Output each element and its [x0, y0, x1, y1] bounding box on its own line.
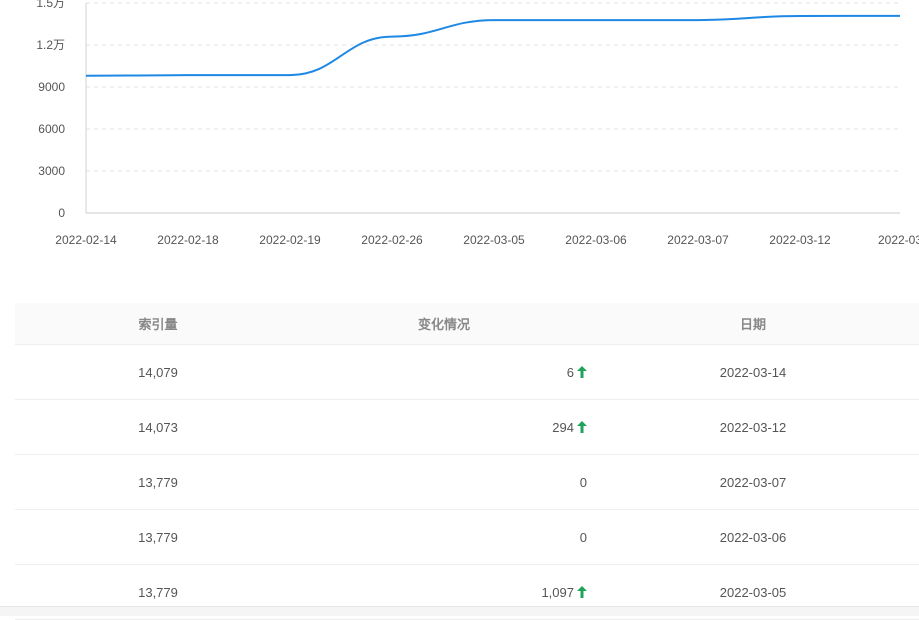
change-cell: 0: [301, 509, 587, 565]
index-value: 14,079: [15, 344, 301, 400]
change-value: 0: [579, 529, 587, 545]
change-value: 294: [552, 419, 574, 435]
series-line: [85, 14, 901, 77]
table-header-row: 索引量 变化情况 日期: [15, 303, 919, 345]
up-arrow-icon: [577, 420, 587, 433]
y-tick-label: 6000: [38, 122, 65, 136]
table-body: 14,079 6 2022-03-14 14,073 294 2022-03-12 13,7…: [15, 344, 919, 620]
table-row: 14,079 6 2022-03-14: [15, 344, 919, 400]
change-wrapper: 294: [387, 420, 587, 435]
date-value: 2022-03-12: [587, 399, 919, 455]
change-wrapper: 0: [387, 530, 587, 545]
change-wrapper: 6: [387, 365, 587, 380]
y-tick-label: 1.2万: [36, 38, 65, 52]
date-value: 2022-03-07: [587, 454, 919, 510]
change-wrapper: 0: [387, 475, 587, 490]
index-value: 13,779: [15, 454, 301, 510]
x-tick-label: 2022-03-12: [769, 233, 831, 247]
index-table-container: 索引量 变化情况 日期 14,079 6 2022-03-14 14,073 294 20…: [15, 303, 919, 620]
x-tick-label: 2022-03-07: [667, 233, 729, 247]
index-trend-chart: 0 3000 6000 9000 1.2万 1.5万 2022-02-14 2022-02-1…: [0, 0, 919, 260]
x-tick-label: 2022-02-18: [157, 233, 219, 247]
index-value: 14,073: [15, 399, 301, 455]
date-value: 2022-03-14: [587, 344, 919, 400]
change-value: 6: [566, 364, 574, 380]
up-arrow-icon: [577, 585, 587, 598]
header-change: 变化情况: [301, 303, 587, 345]
change-cell: 0: [301, 454, 587, 510]
y-tick-label: 0: [58, 206, 65, 220]
index-value: 13,779: [15, 509, 301, 565]
table-row: 13,779 0 2022-03-07: [15, 454, 919, 510]
x-tick-label: 2022-03-: [878, 233, 919, 247]
change-cell: 6: [301, 344, 587, 400]
change-value: 0: [579, 474, 587, 490]
x-tick-label: 2022-02-14: [55, 233, 117, 247]
date-value: 2022-03-06: [587, 509, 919, 565]
x-tick-label: 2022-03-05: [463, 233, 525, 247]
y-tick-label: 3000: [38, 164, 65, 178]
up-arrow-icon: [577, 365, 587, 378]
change-value: 1,097: [541, 584, 574, 600]
x-tick-label: 2022-02-26: [361, 233, 423, 247]
header-index: 索引量: [15, 303, 301, 345]
x-tick-label: 2022-02-19: [259, 233, 321, 247]
x-tick-label: 2022-03-06: [565, 233, 627, 247]
change-wrapper: 1,097: [387, 585, 587, 600]
header-date: 日期: [587, 303, 919, 345]
table-row: 13,779 0 2022-03-06: [15, 509, 919, 565]
y-tick-label: 9000: [38, 80, 65, 94]
change-cell: 294: [301, 399, 587, 455]
line-chart-svg: 0 3000 6000 9000 1.2万 1.5万 2022-02-14 2022-02-1…: [36, 0, 919, 247]
table-row: 14,073 294 2022-03-12: [15, 399, 919, 455]
y-tick-label: 1.5万: [36, 0, 65, 10]
index-table: 索引量 变化情况 日期 14,079 6 2022-03-14 14,073 294 20…: [15, 303, 919, 620]
